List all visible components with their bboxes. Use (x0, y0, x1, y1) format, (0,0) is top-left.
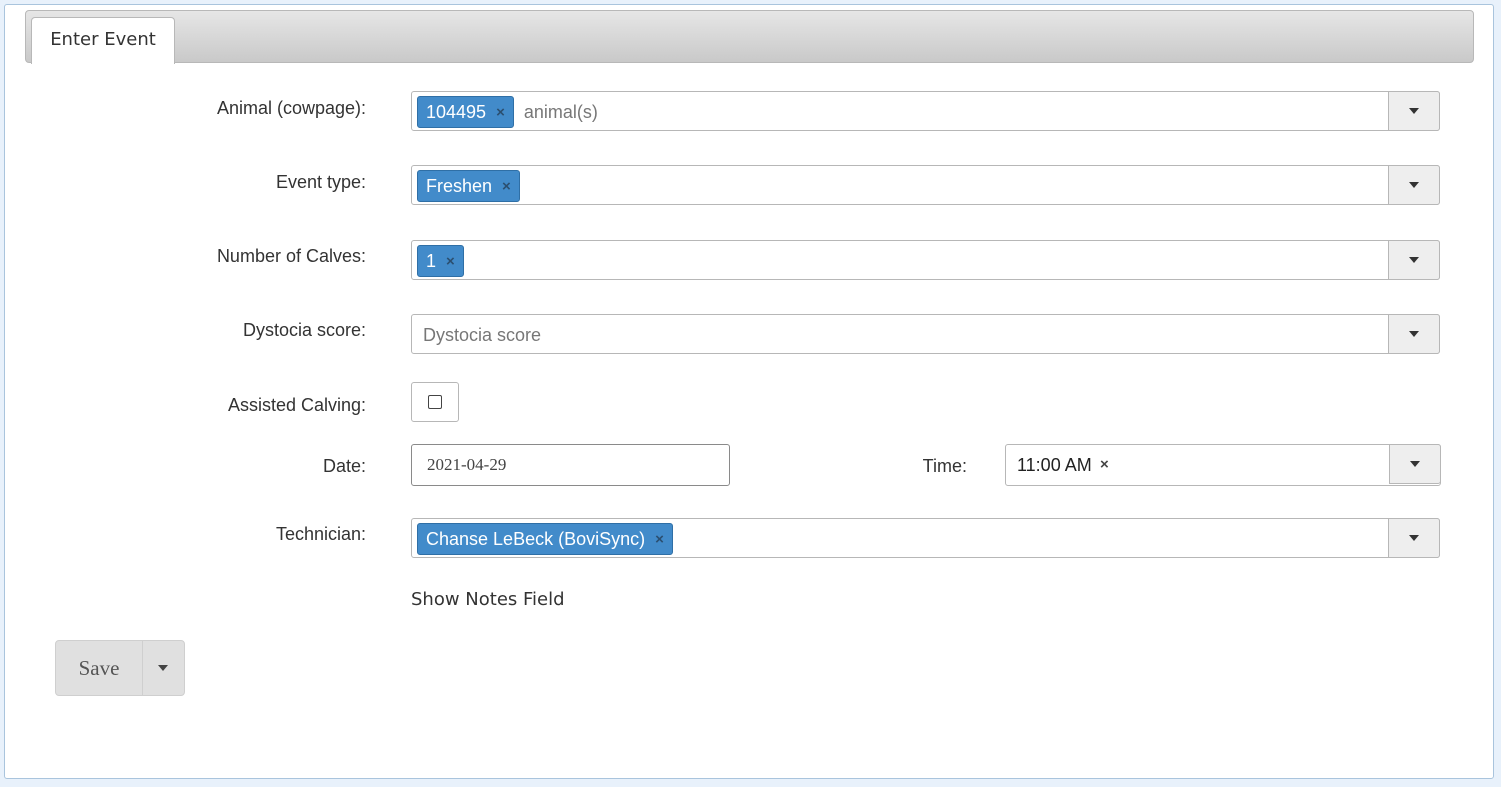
dystocia-label: Dystocia score: (242, 320, 366, 340)
caret-down-icon (1409, 182, 1419, 188)
show-notes-link[interactable]: Show Notes Field (411, 589, 565, 610)
assisted-calving-field (411, 382, 459, 422)
assisted-calving-checkbox[interactable] (428, 395, 442, 409)
save-button-group: Save (55, 640, 185, 696)
save-options-button[interactable] (142, 641, 184, 695)
event-type-tag[interactable]: Freshen × (417, 170, 520, 202)
remove-tag-icon[interactable]: × (502, 178, 511, 195)
caret-down-icon (1409, 331, 1419, 337)
caret-down-icon (1409, 535, 1419, 541)
calves-dropdown-button[interactable] (1388, 240, 1440, 280)
tab-enter-event[interactable]: Enter Event (31, 17, 175, 64)
remove-tag-icon[interactable]: × (446, 253, 455, 270)
event-type-dropdown-button[interactable] (1388, 165, 1440, 205)
caret-down-icon (158, 665, 168, 671)
event-panel: Enter Event Animal (cowpage): 104495 × a… (4, 4, 1494, 779)
dystocia-placeholder[interactable]: Dystocia score (423, 325, 541, 346)
calves-tag[interactable]: 1 × (417, 245, 464, 277)
time-select[interactable]: 11:00 AM × (1005, 444, 1441, 486)
calves-label: Number of Calves: (216, 246, 366, 266)
technician-dropdown-button[interactable] (1388, 518, 1440, 558)
time-dropdown-button[interactable] (1389, 444, 1441, 484)
time-label: Time: (922, 456, 967, 476)
remove-tag-icon[interactable]: × (655, 531, 664, 548)
date-input[interactable]: 2021-04-29 (411, 444, 730, 486)
animal-dropdown-button[interactable] (1388, 91, 1440, 131)
save-button[interactable]: Save (56, 641, 143, 695)
remove-tag-icon[interactable]: × (496, 104, 505, 121)
assisted-calving-label: Assisted Calving: (227, 395, 366, 415)
event-type-label: Event type: (275, 172, 366, 192)
caret-down-icon (1409, 108, 1419, 114)
tab-bar: Enter Event (25, 10, 1474, 64)
dystocia-dropdown-button[interactable] (1388, 314, 1440, 354)
clear-time-icon[interactable]: × (1100, 456, 1109, 473)
technician-tag[interactable]: Chanse LeBeck (BoviSync) × (417, 523, 673, 555)
caret-down-icon (1410, 461, 1420, 467)
caret-down-icon (1409, 257, 1419, 263)
technician-select[interactable]: Chanse LeBeck (BoviSync) × (411, 518, 1440, 558)
time-value: 11:00 AM (1017, 455, 1092, 475)
animal-label: Animal (cowpage): (216, 98, 366, 118)
calves-select[interactable]: 1 × (411, 240, 1440, 280)
date-label: Date: (322, 456, 366, 476)
dystocia-select[interactable]: Dystocia score (411, 314, 1440, 354)
animal-select[interactable]: 104495 × animal(s) (411, 91, 1440, 131)
event-type-select[interactable]: Freshen × (411, 165, 1440, 205)
technician-label: Technician: (275, 524, 366, 544)
animal-tag[interactable]: 104495 × (417, 96, 514, 128)
animal-search-placeholder[interactable]: animal(s) (524, 102, 598, 123)
